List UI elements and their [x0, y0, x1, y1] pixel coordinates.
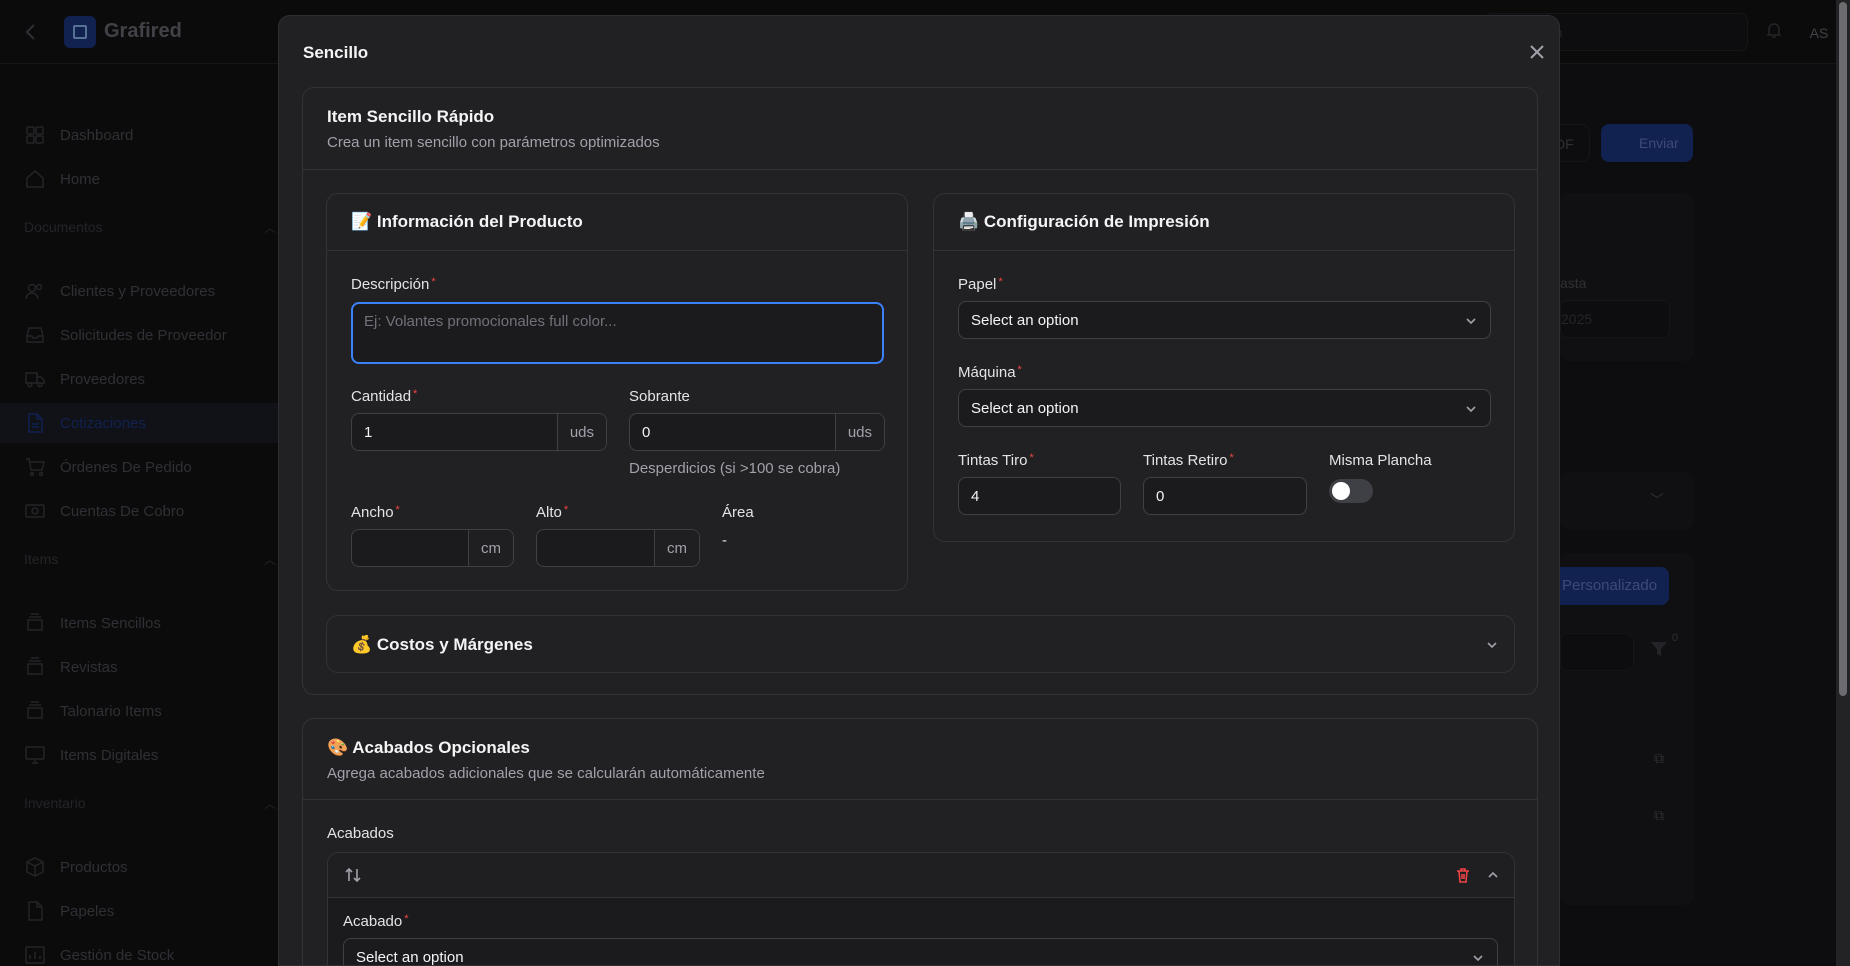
machine-select[interactable]: Select an option [958, 389, 1491, 427]
same-plate-toggle[interactable] [1329, 479, 1373, 503]
height-value[interactable] [537, 530, 654, 566]
reorder-icon[interactable] [344, 866, 362, 884]
back-inks-label: Tintas Retiro * [1143, 452, 1234, 469]
width-unit: cm [468, 530, 513, 566]
description-label: Descripción * [351, 276, 436, 293]
paper-select-value: Select an option [971, 312, 1079, 329]
height-label: Alto * [536, 504, 569, 521]
height-unit: cm [654, 530, 699, 566]
card-title: 🖨️ Configuración de Impresión [958, 212, 1210, 231]
surplus-field[interactable]: 0 uds [629, 413, 885, 451]
costs-title: 💰 Costos y Márgenes [351, 635, 533, 654]
costs-collapsible[interactable]: 💰 Costos y Márgenes [326, 615, 1515, 673]
same-plate-label: Misma Plancha [1329, 452, 1432, 469]
front-inks-field[interactable]: 4 [958, 477, 1121, 515]
repeater-item-header [328, 853, 1514, 898]
surplus-hint: Desperdicios (si >100 se cobra) [629, 460, 841, 477]
scrollbar-thumb[interactable] [1839, 2, 1847, 696]
width-value[interactable] [352, 530, 468, 566]
quick-item-section: Item Sencillo Rápido Crea un item sencil… [302, 87, 1538, 695]
section-title: 🎨 Acabados Opcionales [327, 738, 530, 757]
card-title: 📝 Información del Producto [351, 212, 583, 231]
width-label: Ancho * [351, 504, 400, 521]
area-label: Área [722, 504, 754, 521]
print-config-card: 🖨️ Configuración de Impresión Papel * Sel… [933, 193, 1515, 542]
finish-repeater-item: Acabado * Select an option [327, 852, 1515, 966]
trash-icon[interactable] [1454, 866, 1472, 884]
card-header: 🖨️ Configuración de Impresión [934, 194, 1514, 251]
finish-select-value: Select an option [356, 949, 464, 966]
machine-select-value: Select an option [971, 400, 1079, 417]
product-info-card: 📝 Información del Producto Descripción * … [326, 193, 908, 591]
width-field[interactable]: cm [351, 529, 514, 567]
height-field[interactable]: cm [536, 529, 700, 567]
chevron-down-icon [1466, 318, 1476, 325]
quantity-label: Cantidad * [351, 388, 418, 405]
paper-select[interactable]: Select an option [958, 301, 1491, 339]
section-header: 🎨 Acabados Opcionales Agrega acabados ad… [303, 719, 1537, 800]
finishes-list-label: Acabados [327, 825, 394, 842]
finish-label: Acabado * [343, 913, 409, 930]
surplus-unit: uds [834, 414, 884, 450]
section-description: Crea un item sencillo con parámetros opt… [327, 134, 660, 151]
paper-label: Papel * [958, 276, 1003, 293]
finish-select[interactable]: Select an option [343, 938, 1498, 966]
back-inks-value[interactable]: 0 [1144, 478, 1306, 514]
surplus-label: Sobrante [629, 388, 690, 405]
front-inks-value[interactable]: 4 [959, 478, 1120, 514]
area-value: - [722, 532, 727, 549]
close-icon [1530, 45, 1544, 59]
finishes-section: 🎨 Acabados Opcionales Agrega acabados ad… [302, 718, 1538, 966]
machine-label: Máquina * [958, 364, 1022, 381]
chevron-down-icon[interactable] [1485, 638, 1499, 652]
quantity-unit: uds [556, 414, 606, 450]
chevron-down-icon [1473, 955, 1483, 962]
quantity-field[interactable]: 1 uds [351, 413, 607, 451]
close-button[interactable] [1519, 34, 1555, 70]
section-description: Agrega acabados adicionales que se calcu… [327, 765, 765, 782]
front-inks-label: Tintas Tiro * [958, 452, 1034, 469]
toggle-knob [1332, 482, 1350, 500]
description-textarea[interactable]: Ej: Volantes promocionales full color... [351, 302, 884, 364]
section-header: Item Sencillo Rápido Crea un item sencil… [303, 88, 1537, 170]
sencillo-modal: Sencillo Item Sencillo Rápido Crea un it… [278, 15, 1560, 966]
section-title: Item Sencillo Rápido [327, 107, 495, 126]
quantity-value[interactable]: 1 [352, 414, 557, 450]
chevron-up-icon[interactable] [1486, 868, 1500, 882]
card-header: 📝 Información del Producto [327, 194, 907, 251]
chevron-down-icon [1466, 406, 1476, 413]
surplus-value[interactable]: 0 [630, 414, 835, 450]
modal-title: Sencillo [303, 43, 369, 62]
back-inks-field[interactable]: 0 [1143, 477, 1307, 515]
